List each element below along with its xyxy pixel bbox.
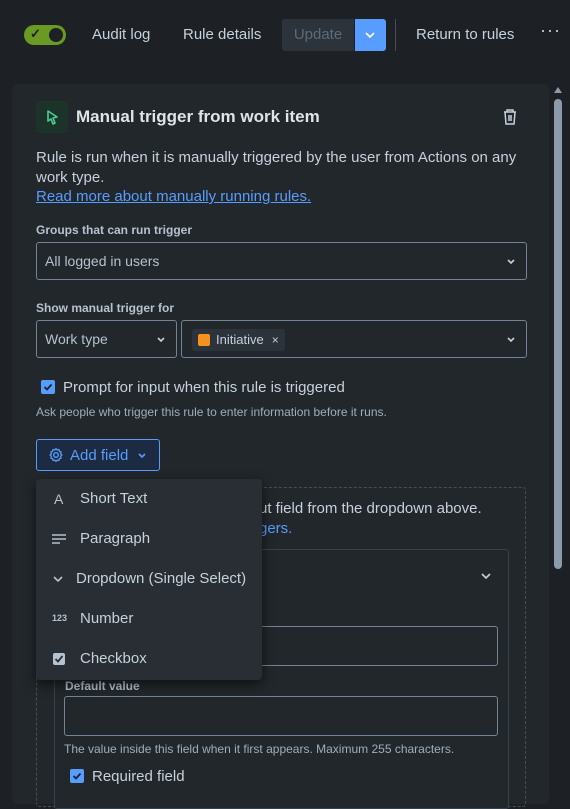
groups-label: Groups that can run trigger (36, 223, 193, 237)
work-type-values-select[interactable]: Initiative × (181, 320, 527, 358)
check-icon: ✓ (30, 26, 41, 41)
menu-item-paragraph[interactable]: Paragraph (36, 519, 262, 559)
chip-label: Initiative (216, 332, 264, 347)
more-options-icon[interactable]: ··· (540, 20, 561, 41)
scrollbar[interactable] (551, 84, 565, 790)
rule-enabled-toggle[interactable]: ✓ (24, 25, 66, 45)
check-icon (72, 772, 82, 780)
short-text-icon: A (54, 491, 64, 507)
menu-item-label: Dropdown (Single Select) (76, 570, 247, 587)
chevron-down-icon (507, 337, 515, 343)
audit-log-button[interactable]: Audit log (92, 26, 150, 43)
paragraph-icon (52, 534, 66, 544)
chevron-down-icon (157, 337, 165, 343)
scroll-up-arrow-icon[interactable] (554, 87, 562, 93)
trash-icon[interactable] (502, 108, 518, 131)
groups-select[interactable]: All logged in users (36, 242, 527, 280)
menu-item-number[interactable]: 123 Number (36, 599, 262, 639)
manual-rules-help-link[interactable]: Read more about manually running rules. (36, 188, 311, 205)
default-value-label: Default value (65, 679, 140, 693)
menu-item-dropdown[interactable]: Dropdown (Single Select) (36, 559, 262, 599)
menu-item-short-text[interactable]: A Short Text (36, 479, 262, 519)
menu-item-label: Short Text (80, 490, 148, 507)
update-button[interactable]: Update (282, 19, 354, 51)
work-type-select-value: Work type (45, 331, 108, 347)
initiative-icon (198, 333, 210, 346)
menu-item-label: Number (80, 610, 134, 627)
gear-icon (49, 447, 63, 463)
trigger-description: Rule is run when it is manually triggere… (36, 149, 517, 186)
chevron-down-icon (365, 32, 375, 39)
rule-details-button[interactable]: Rule details (183, 26, 261, 43)
work-type-select[interactable]: Work type (36, 320, 177, 358)
menu-item-label: Checkbox (80, 650, 147, 667)
dropdown-icon (53, 576, 63, 583)
number-icon: 123 (52, 613, 68, 623)
prompt-checkbox[interactable] (41, 380, 55, 394)
add-field-button[interactable]: Add field (36, 439, 160, 471)
empty-state-text: ut field from the dropdown above. (259, 500, 482, 517)
initiative-chip: Initiative × (192, 329, 285, 351)
chevron-down-icon (138, 453, 146, 459)
menu-item-label: Paragraph (80, 530, 151, 547)
add-field-label: Add field (70, 447, 129, 464)
prompt-help-text: Ask people who trigger this rule to ente… (36, 405, 387, 419)
update-dropdown-button[interactable] (355, 19, 386, 51)
check-icon (43, 383, 53, 391)
required-field-checkbox[interactable] (70, 769, 84, 783)
trigger-title: Manual trigger from work item (76, 107, 320, 126)
prompt-label: Prompt for input when this rule is trigg… (63, 379, 345, 396)
add-field-menu: A Short Text Paragraph Dropdown (Single … (36, 479, 262, 680)
toolbar-divider (395, 19, 396, 51)
chevron-down-icon[interactable] (480, 570, 492, 582)
toggle-knob (49, 28, 63, 42)
cursor-click-icon (47, 110, 58, 125)
menu-item-checkbox[interactable]: Checkbox (36, 639, 262, 679)
chip-remove-icon[interactable]: × (272, 333, 279, 347)
rule-toolbar: ✓ Audit log Rule details Update Return t… (0, 0, 570, 70)
default-value-input[interactable] (64, 696, 498, 736)
empty-state-link[interactable]: gers. (259, 520, 292, 537)
scrollbar-thumb[interactable] (554, 99, 562, 569)
return-to-rules-button[interactable]: Return to rules (416, 26, 514, 43)
groups-select-value: All logged in users (45, 253, 160, 269)
checkbox-icon (53, 653, 65, 665)
trigger-icon (36, 101, 68, 133)
chevron-down-icon (507, 259, 515, 265)
show-for-label: Show manual trigger for (36, 301, 175, 315)
required-field-label: Required field (92, 768, 185, 785)
default-value-help: The value inside this field when it firs… (64, 742, 455, 756)
